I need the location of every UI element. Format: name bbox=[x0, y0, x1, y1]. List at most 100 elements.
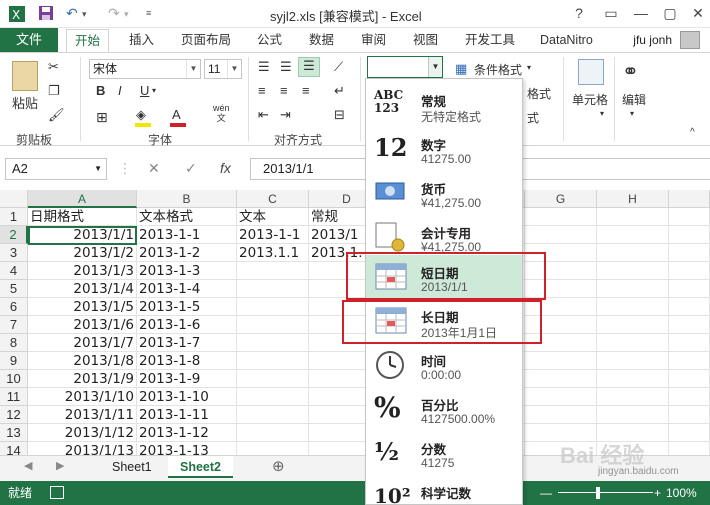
grid-cell[interactable]: 文本 bbox=[237, 208, 309, 226]
grid-cell[interactable] bbox=[669, 226, 710, 244]
grid-cell[interactable] bbox=[669, 442, 710, 455]
grid-cell[interactable] bbox=[597, 262, 669, 280]
number-format-option[interactable]: 10² 科学记数 bbox=[366, 475, 522, 504]
close-button[interactable]: ✕ bbox=[684, 2, 710, 24]
grid-cell[interactable]: 2013-1-1 bbox=[237, 226, 309, 244]
grid-cell[interactable] bbox=[525, 352, 597, 370]
decrease-indent-icon[interactable]: ⇤ bbox=[258, 107, 269, 123]
chevron-down-icon[interactable]: ▾ bbox=[630, 109, 634, 118]
enter-icon[interactable]: ✓ bbox=[185, 160, 197, 177]
cells-button[interactable]: 单元格 bbox=[572, 91, 608, 108]
tab-datanitro[interactable]: DataNitro bbox=[540, 28, 593, 52]
grid-cell[interactable] bbox=[669, 352, 710, 370]
grid-cell[interactable] bbox=[669, 244, 710, 262]
borders-icon[interactable]: ⊞ bbox=[96, 109, 108, 126]
grid-cell[interactable]: 2013/1/10 bbox=[28, 388, 137, 406]
format-as-table-clipped[interactable]: 格式 bbox=[527, 85, 551, 102]
grid-cell[interactable] bbox=[669, 208, 710, 226]
grid-cell[interactable]: 2013-1-11 bbox=[137, 406, 237, 424]
edit-button[interactable]: 编辑 bbox=[622, 91, 646, 108]
add-sheet-icon[interactable]: ⊕ bbox=[272, 457, 285, 475]
grid-cell[interactable]: 2013/1/4 bbox=[28, 280, 137, 298]
row-header[interactable]: 12 bbox=[0, 406, 28, 424]
column-header-h[interactable]: H bbox=[597, 190, 669, 208]
chevron-down-icon[interactable]: ▼ bbox=[186, 60, 200, 78]
chevron-down-icon[interactable]: ▼ bbox=[428, 57, 442, 77]
align-bottom-icon[interactable]: ☰ bbox=[298, 57, 320, 77]
grid-cell[interactable] bbox=[525, 298, 597, 316]
grid-cell[interactable] bbox=[597, 244, 669, 262]
cell-styles-clipped[interactable]: 式 bbox=[527, 109, 539, 126]
wrap-text-icon[interactable]: ↵ bbox=[334, 83, 345, 99]
chevron-down-icon[interactable]: ▾ bbox=[527, 63, 531, 72]
conditional-format-button[interactable]: 条件格式 bbox=[474, 61, 522, 78]
grid-cell[interactable]: 2013/1/5 bbox=[28, 298, 137, 316]
tab-file[interactable]: 文件 bbox=[0, 28, 58, 52]
name-box[interactable]: A2 ▼ bbox=[5, 158, 107, 180]
minimize-button[interactable]: — bbox=[627, 2, 655, 24]
row-header[interactable]: 1 bbox=[0, 208, 28, 226]
font-size-combo[interactable]: 11 ▼ bbox=[204, 59, 242, 79]
grid-cell[interactable] bbox=[669, 280, 710, 298]
save-icon[interactable] bbox=[38, 5, 54, 24]
grid-cell[interactable] bbox=[525, 388, 597, 406]
grid-cell[interactable]: 2013-1-6 bbox=[137, 316, 237, 334]
underline-button[interactable]: U bbox=[140, 83, 149, 98]
column-header-g[interactable]: G bbox=[525, 190, 597, 208]
grid-cell[interactable]: 文本格式 bbox=[137, 208, 237, 226]
number-format-option[interactable]: 货币 ¥41,275.00 bbox=[366, 171, 522, 215]
row-header[interactable]: 10 bbox=[0, 370, 28, 388]
grid-cell[interactable]: 2013-1-8 bbox=[137, 352, 237, 370]
italic-button[interactable]: I bbox=[118, 83, 122, 98]
grid-cell[interactable] bbox=[597, 406, 669, 424]
row-header[interactable]: 9 bbox=[0, 352, 28, 370]
tab-home[interactable]: 开始 bbox=[66, 29, 110, 53]
grid-cell[interactable] bbox=[237, 298, 309, 316]
tab-insert[interactable]: 插入 bbox=[129, 28, 154, 52]
row-header[interactable]: 8 bbox=[0, 334, 28, 352]
grid-cell[interactable] bbox=[597, 334, 669, 352]
copy-icon[interactable]: ❐ bbox=[48, 83, 60, 99]
grid-cell[interactable] bbox=[525, 244, 597, 262]
grid-cell[interactable] bbox=[525, 226, 597, 244]
column-header-c[interactable]: C bbox=[237, 190, 309, 208]
grid-cell[interactable] bbox=[597, 352, 669, 370]
column-header-a[interactable]: A bbox=[28, 190, 137, 208]
user-name[interactable]: jfu jonh bbox=[633, 28, 672, 52]
grid-cell[interactable]: 2013/1/9 bbox=[28, 370, 137, 388]
ribbon-display-button[interactable]: ▭ bbox=[597, 2, 625, 24]
grid-cell[interactable]: 2013/1/1 bbox=[28, 226, 137, 244]
increase-indent-icon[interactable]: ⇥ bbox=[280, 107, 291, 123]
row-header[interactable]: 13 bbox=[0, 424, 28, 442]
number-format-option[interactable]: 时间 0:00:00 bbox=[366, 343, 522, 387]
avatar[interactable] bbox=[680, 31, 700, 49]
row-header[interactable]: 11 bbox=[0, 388, 28, 406]
grid-cell[interactable]: 2013/1/12 bbox=[28, 424, 137, 442]
grid-cell[interactable]: 2013/1/7 bbox=[28, 334, 137, 352]
grid-cell[interactable] bbox=[525, 316, 597, 334]
font-color-icon[interactable]: A bbox=[172, 107, 181, 122]
grid-cell[interactable] bbox=[597, 388, 669, 406]
grid-cell[interactable] bbox=[597, 370, 669, 388]
tab-formulas[interactable]: 公式 bbox=[257, 28, 282, 52]
grid-cell[interactable]: 2013-1-4 bbox=[137, 280, 237, 298]
tab-developer[interactable]: 开发工具 bbox=[465, 28, 515, 52]
redo-icon[interactable]: ↷ bbox=[108, 5, 120, 22]
row-header[interactable]: 5 bbox=[0, 280, 28, 298]
scroll-right-icon[interactable]: ▶ bbox=[56, 459, 64, 472]
grid-cell[interactable]: 2013-1-7 bbox=[137, 334, 237, 352]
zoom-in-button[interactable]: + bbox=[654, 481, 661, 505]
row-header[interactable]: 2 bbox=[0, 226, 28, 244]
grid-cell[interactable]: 2013-1-13 bbox=[137, 442, 237, 455]
chevron-down-icon[interactable]: ▼ bbox=[94, 159, 102, 179]
grid-cell[interactable] bbox=[237, 406, 309, 424]
sheet-tab-sheet2[interactable]: Sheet2 bbox=[168, 456, 233, 478]
zoom-out-button[interactable]: — bbox=[540, 481, 552, 505]
align-top-icon[interactable]: ☰ bbox=[258, 59, 270, 75]
bold-button[interactable]: B bbox=[96, 83, 105, 98]
paste-label[interactable]: 粘贴 bbox=[10, 93, 40, 112]
grid-cell[interactable] bbox=[525, 208, 597, 226]
number-format-option[interactable]: 长日期 2013年1月1日 bbox=[366, 299, 522, 343]
row-header[interactable]: 7 bbox=[0, 316, 28, 334]
chevron-down-icon[interactable]: ▼ bbox=[227, 60, 241, 78]
